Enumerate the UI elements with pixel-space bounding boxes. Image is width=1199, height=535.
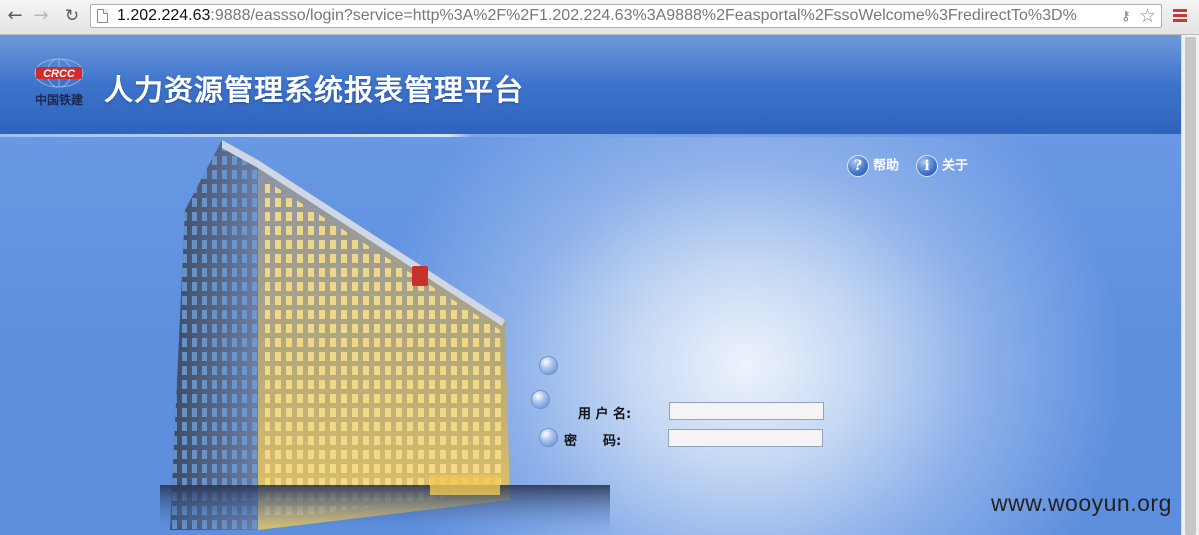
decor-bubble-icon: [539, 356, 558, 375]
decor-bubble-icon: [539, 428, 558, 447]
about-label: 关于: [942, 158, 969, 174]
login-page: CRCC 中国铁建 人力资源管理系统报表管理平台 ? 帮助 i 关于 用 户 名…: [0, 35, 1181, 535]
bookmark-star-icon[interactable]: ☆: [1139, 5, 1156, 27]
chrome-menu-icon[interactable]: [1173, 9, 1187, 23]
decor-bubble-icon: [531, 390, 550, 409]
crcc-logo: CRCC 中国铁建: [26, 57, 92, 107]
info-icon: i: [916, 155, 938, 177]
forward-arrow-icon[interactable]: →: [29, 4, 53, 28]
page-icon: [97, 9, 108, 23]
key-icon[interactable]: ⚷: [1121, 9, 1131, 24]
password-input[interactable]: [668, 429, 823, 447]
vertical-scrollbar[interactable]: [1181, 35, 1199, 535]
crcc-globe-icon: CRCC: [34, 58, 84, 88]
logo-text: 中国铁建: [34, 93, 83, 107]
page-title: 人力资源管理系统报表管理平台: [104, 73, 525, 107]
browser-toolbar: ← → ↻ 1.202.224.63:9888/eassso/login?ser…: [0, 0, 1199, 35]
help-icon: ?: [847, 155, 869, 177]
help-link[interactable]: ? 帮助: [847, 155, 899, 177]
url-path: :9888/eassso/login?service=http%3A%2F%2F…: [210, 7, 1077, 24]
url-host: 1.202.224.63: [117, 7, 211, 24]
header-divider: [0, 134, 1181, 137]
scrollbar-thumb[interactable]: [1185, 37, 1196, 535]
logo-mark-text: CRCC: [43, 68, 76, 80]
about-link[interactable]: i 关于: [916, 155, 968, 177]
username-label: 用 户 名:: [578, 407, 632, 422]
watermark-text: www.wooyun.org: [991, 490, 1172, 516]
address-bar[interactable]: 1.202.224.63:9888/eassso/login?service=h…: [90, 4, 1162, 28]
username-input[interactable]: [669, 402, 824, 420]
back-arrow-icon[interactable]: ←: [3, 4, 27, 28]
password-label: 密 码:: [564, 434, 622, 449]
building-image: [160, 140, 610, 535]
reload-icon[interactable]: ↻: [60, 4, 84, 28]
help-label: 帮助: [873, 158, 900, 174]
url-text[interactable]: 1.202.224.63:9888/eassso/login?service=h…: [117, 5, 1117, 27]
